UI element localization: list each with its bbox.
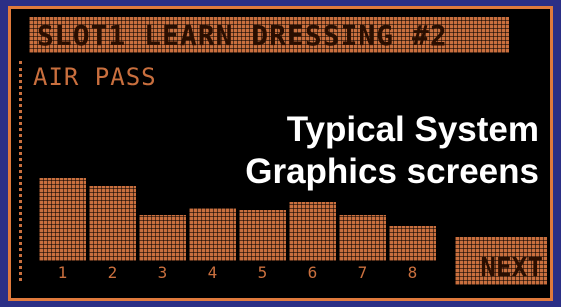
next-button-label: NEXT: [480, 253, 543, 283]
title-bar: SLOT1 LEARN DRESSING #2: [29, 17, 509, 53]
bar-2: [89, 186, 136, 261]
bar-label-3: 3: [157, 263, 168, 282]
screen-title: SLOT1 LEARN DRESSING #2: [37, 18, 448, 52]
bar-7: [339, 215, 386, 261]
bar-3: [139, 215, 186, 261]
left-rail-marker: [19, 61, 27, 281]
bar-4: [189, 208, 236, 261]
bar-label-6: 6: [307, 263, 318, 282]
bar-label-8: 8: [407, 263, 418, 282]
bar-1: [39, 178, 86, 261]
bar-8: [389, 226, 436, 261]
bar-label-1: 1: [57, 263, 68, 282]
bar-6: [289, 202, 336, 261]
screen-subtitle: AIR PASS: [33, 63, 157, 91]
bar-label-5: 5: [257, 263, 268, 282]
next-button[interactable]: NEXT: [455, 237, 547, 285]
overlay-line-1: Typical System: [286, 110, 539, 149]
bar-chart: 1 2 3 4 5 6 7 8: [39, 159, 459, 282]
bar-label-4: 4: [207, 263, 218, 282]
bar-5: [239, 210, 286, 261]
slide-background: SLOT1 LEARN DRESSING #2 AIR PASS Typical…: [0, 0, 561, 307]
bar-label-2: 2: [107, 263, 118, 282]
bar-label-7: 7: [357, 263, 368, 282]
terminal-screen: SLOT1 LEARN DRESSING #2 AIR PASS Typical…: [8, 6, 553, 301]
